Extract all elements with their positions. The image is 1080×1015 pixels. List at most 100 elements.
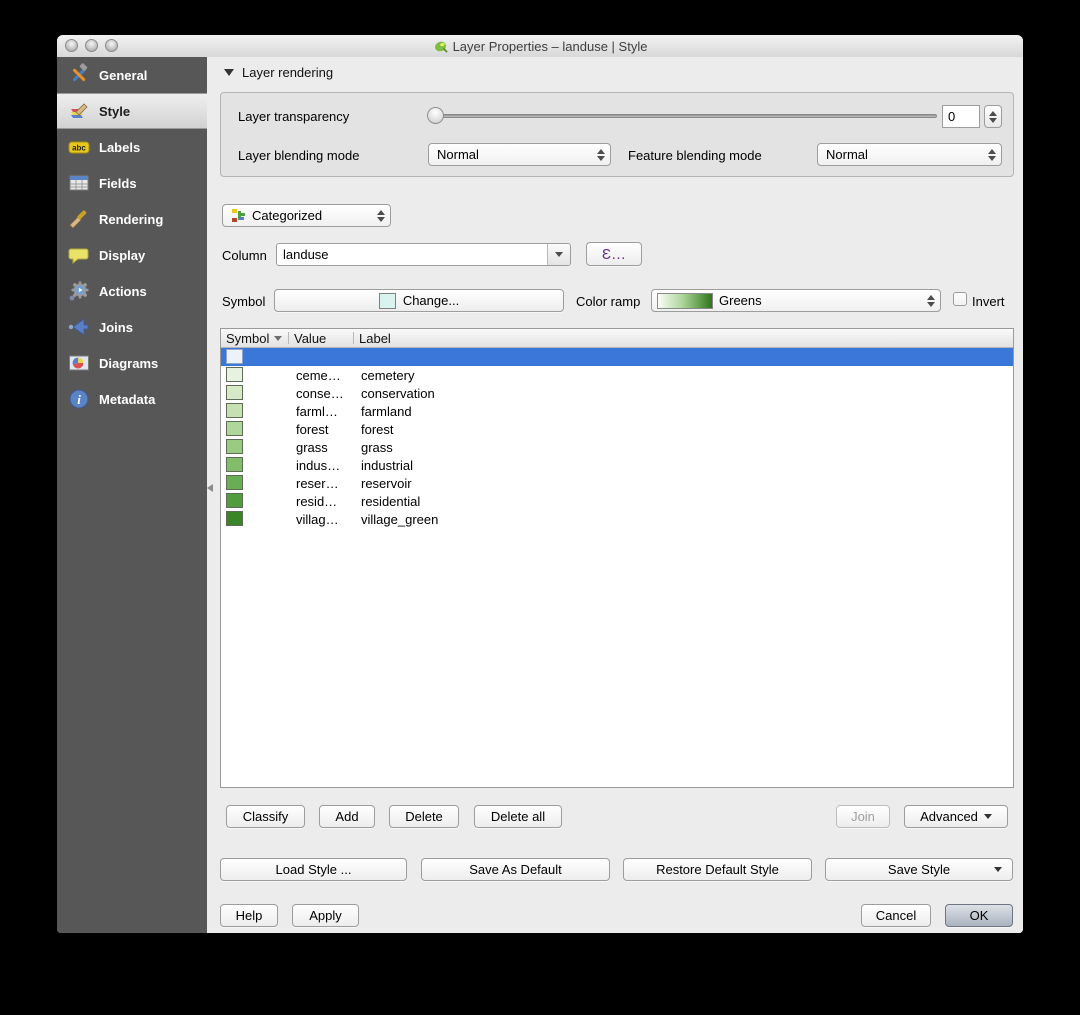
sidebar-item-diagrams[interactable]: Diagrams bbox=[57, 345, 207, 381]
color-ramp-label: Color ramp bbox=[576, 294, 641, 309]
sidebar-item-metadata[interactable]: i Metadata bbox=[57, 381, 207, 417]
popup-stepper-icon bbox=[983, 144, 1001, 165]
category-value: grass bbox=[296, 439, 328, 455]
sidebar-item-style[interactable]: Style bbox=[57, 93, 207, 129]
save-style-button[interactable]: Save Style bbox=[825, 858, 1013, 881]
restore-default-style-button[interactable]: Restore Default Style bbox=[623, 858, 812, 881]
feature-blending-label: Feature blending mode bbox=[628, 148, 762, 163]
category-symbol-swatch[interactable] bbox=[226, 511, 243, 526]
chevron-down-icon bbox=[555, 252, 563, 257]
transparency-value-field[interactable]: 0 bbox=[942, 105, 980, 128]
layer-blending-select[interactable]: Normal bbox=[428, 143, 611, 166]
sidebar-item-labels[interactable]: abc Labels bbox=[57, 129, 207, 165]
table-row[interactable]: resid… residential bbox=[221, 492, 1013, 510]
table-row[interactable]: farml… farmland bbox=[221, 402, 1013, 420]
combo-arrow-button[interactable] bbox=[547, 244, 570, 265]
category-value: conse… bbox=[296, 385, 344, 401]
feature-blending-select[interactable]: Normal bbox=[817, 143, 1002, 166]
category-symbol-swatch[interactable] bbox=[226, 385, 243, 400]
table-row[interactable]: grass grass bbox=[221, 438, 1013, 456]
table-row[interactable]: ceme… cemetery bbox=[221, 366, 1013, 384]
advanced-button[interactable]: Advanced bbox=[904, 805, 1008, 828]
table-row[interactable]: forest forest bbox=[221, 420, 1013, 438]
sidebar-item-joins[interactable]: Joins bbox=[57, 309, 207, 345]
sidebar-item-label: Style bbox=[99, 103, 131, 119]
renderer-type-select[interactable]: Categorized bbox=[222, 204, 391, 227]
save-as-default-button[interactable]: Save As Default bbox=[421, 858, 610, 881]
table-row[interactable]: reser… reservoir bbox=[221, 474, 1013, 492]
join-button[interactable]: Join bbox=[836, 805, 890, 828]
symbol-change-button[interactable]: Change... bbox=[274, 289, 564, 312]
titlebar[interactable]: Layer Properties – landuse | Style bbox=[57, 35, 1023, 58]
sidebar-item-label: Display bbox=[99, 247, 146, 263]
layer-rendering-groupbox: Layer transparency 0 Layer blending mode… bbox=[220, 92, 1014, 177]
ok-button[interactable]: OK bbox=[945, 904, 1013, 927]
delete-button[interactable]: Delete bbox=[389, 805, 459, 828]
table-row[interactable]: indus… industrial bbox=[221, 456, 1013, 474]
delete-all-button[interactable]: Delete all bbox=[474, 805, 562, 828]
sidebar-item-label: Diagrams bbox=[99, 355, 159, 371]
category-label: grass bbox=[361, 439, 393, 455]
category-label: reservoir bbox=[361, 475, 412, 491]
apply-button[interactable]: Apply bbox=[292, 904, 359, 927]
table-row[interactable]: villag… village_green bbox=[221, 510, 1013, 528]
sidebar-item-label: Actions bbox=[99, 283, 147, 299]
load-style-button[interactable]: Load Style ... bbox=[220, 858, 407, 881]
cancel-button[interactable]: Cancel bbox=[861, 904, 931, 927]
collapse-triangle-icon[interactable] bbox=[224, 69, 234, 76]
help-button[interactable]: Help bbox=[220, 904, 278, 927]
popup-stepper-icon bbox=[922, 290, 940, 311]
symbol-change-label: Change... bbox=[402, 293, 460, 308]
layer-properties-window: Layer Properties – landuse | Style Gener… bbox=[57, 35, 1023, 933]
category-symbol-swatch[interactable] bbox=[226, 493, 243, 508]
stepper-down-icon[interactable] bbox=[989, 117, 997, 123]
color-ramp-select[interactable]: Greens bbox=[651, 289, 941, 312]
sidebar-item-display[interactable]: Display bbox=[57, 237, 207, 273]
invert-label: Invert bbox=[972, 294, 1005, 309]
add-button[interactable]: Add bbox=[319, 805, 375, 828]
sidebar-item-fields[interactable]: Fields bbox=[57, 165, 207, 201]
invert-checkbox[interactable] bbox=[953, 292, 967, 306]
category-symbol-swatch[interactable] bbox=[226, 475, 243, 490]
category-symbol-swatch[interactable] bbox=[226, 421, 243, 436]
layer-blending-label: Layer blending mode bbox=[238, 148, 360, 163]
sidebar-item-rendering[interactable]: Rendering bbox=[57, 201, 207, 237]
category-symbol-swatch[interactable] bbox=[226, 349, 243, 364]
zoom-window-icon[interactable] bbox=[105, 39, 118, 52]
table-row[interactable] bbox=[221, 348, 1013, 366]
stepper-up-icon[interactable] bbox=[989, 110, 997, 116]
category-symbol-swatch[interactable] bbox=[226, 457, 243, 472]
chevron-down-icon bbox=[994, 867, 1002, 872]
header-label[interactable]: Label bbox=[354, 329, 1013, 347]
sidebar-item-actions[interactable]: Actions bbox=[57, 273, 207, 309]
splitter-collapse-icon[interactable] bbox=[207, 484, 213, 492]
greens-ramp-swatch bbox=[657, 292, 713, 309]
header-symbol[interactable]: Symbol bbox=[221, 329, 289, 347]
layer-rendering-section-header[interactable]: Layer rendering bbox=[224, 65, 333, 80]
table-row[interactable]: conse… conservation bbox=[221, 384, 1013, 402]
header-value[interactable]: Value bbox=[289, 329, 354, 347]
renderer-type-value: Categorized bbox=[252, 208, 323, 223]
sidebar-item-label: Labels bbox=[99, 139, 141, 155]
table-header-row: Symbol Value Label bbox=[221, 329, 1013, 348]
symbol-preview-swatch bbox=[378, 292, 396, 309]
column-combobox[interactable]: landuse bbox=[276, 243, 571, 266]
category-symbol-swatch[interactable] bbox=[226, 367, 243, 382]
transparency-slider-track[interactable] bbox=[429, 114, 937, 118]
expression-builder-button[interactable]: Ɛ… bbox=[586, 242, 642, 266]
sidebar-item-general[interactable]: General bbox=[57, 57, 207, 93]
category-value: resid… bbox=[296, 493, 338, 509]
minimize-window-icon[interactable] bbox=[85, 39, 98, 52]
category-value: indus… bbox=[296, 457, 341, 473]
transparency-stepper[interactable] bbox=[984, 105, 1002, 128]
abc-tag-icon: abc bbox=[68, 141, 90, 154]
traffic-lights bbox=[65, 39, 118, 52]
category-symbol-swatch[interactable] bbox=[226, 403, 243, 418]
transparency-slider-handle[interactable] bbox=[427, 107, 444, 124]
tools-icon bbox=[72, 63, 88, 82]
category-value: reser… bbox=[296, 475, 339, 491]
classify-button[interactable]: Classify bbox=[226, 805, 305, 828]
close-window-icon[interactable] bbox=[65, 39, 78, 52]
table-icon bbox=[69, 175, 89, 191]
category-symbol-swatch[interactable] bbox=[226, 439, 243, 454]
